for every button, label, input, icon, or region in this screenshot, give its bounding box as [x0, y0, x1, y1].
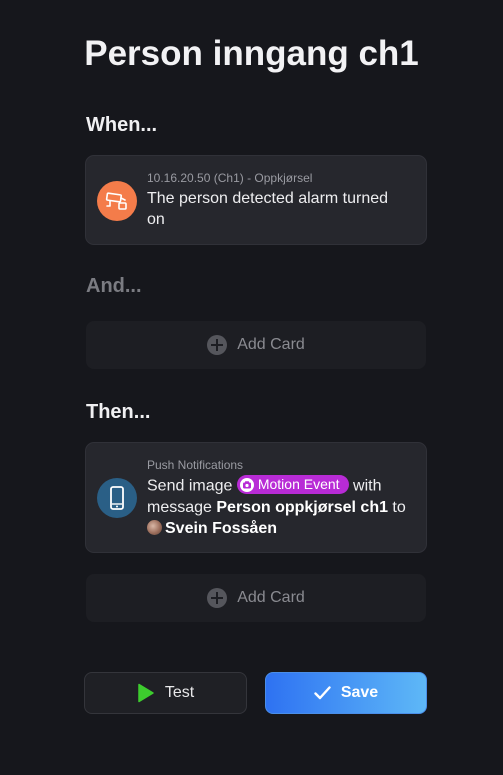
- and-add-card-button[interactable]: Add Card: [86, 321, 426, 369]
- plus-icon: [207, 335, 228, 355]
- message-text: Person oppkjørsel ch1: [216, 498, 388, 516]
- test-button-label: Test: [164, 684, 195, 701]
- save-button-label: Save: [340, 684, 379, 701]
- camera-icon: [97, 181, 137, 221]
- motion-event-tag[interactable]: Motion Event: [236, 475, 349, 494]
- page-title: Person inngang ch1: [84, 34, 419, 73]
- save-button[interactable]: Save: [265, 672, 427, 714]
- camera-tag-icon: [239, 477, 254, 492]
- to-text: to: [387, 498, 406, 516]
- then-add-card-label: Add Card: [237, 589, 305, 606]
- when-card-subtitle: 10.16.20.50 (Ch1) - Oppkjørsel: [147, 171, 313, 185]
- recipient-name: Svein Fossåen: [165, 519, 278, 537]
- test-button[interactable]: Test: [84, 672, 247, 714]
- check-icon: [314, 686, 331, 700]
- then-add-card-button[interactable]: Add Card: [86, 574, 426, 622]
- flow-editor: Person inngang ch1 When... 10.16.20.50 (…: [0, 0, 503, 775]
- then-card-text: Send image Motion Event with message Per…: [147, 475, 409, 539]
- when-section-label: When...: [86, 114, 158, 136]
- and-add-card-label: Add Card: [237, 336, 305, 353]
- then-card[interactable]: Push Notifications Send image Motion Eve…: [85, 442, 427, 553]
- phone-icon: [97, 478, 137, 518]
- avatar: [147, 519, 162, 535]
- plus-icon: [207, 588, 228, 608]
- send-image-text: Send image: [147, 477, 233, 495]
- then-card-subtitle: Push Notifications: [147, 458, 244, 472]
- motion-event-label: Motion Event: [257, 476, 340, 492]
- and-section-label: And...: [86, 275, 142, 297]
- play-icon: [138, 683, 154, 703]
- when-card-text: The person detected alarm turned on: [147, 190, 389, 228]
- then-section-label: Then...: [86, 401, 151, 423]
- when-card[interactable]: 10.16.20.50 (Ch1) - Oppkjørsel The perso…: [85, 155, 427, 245]
